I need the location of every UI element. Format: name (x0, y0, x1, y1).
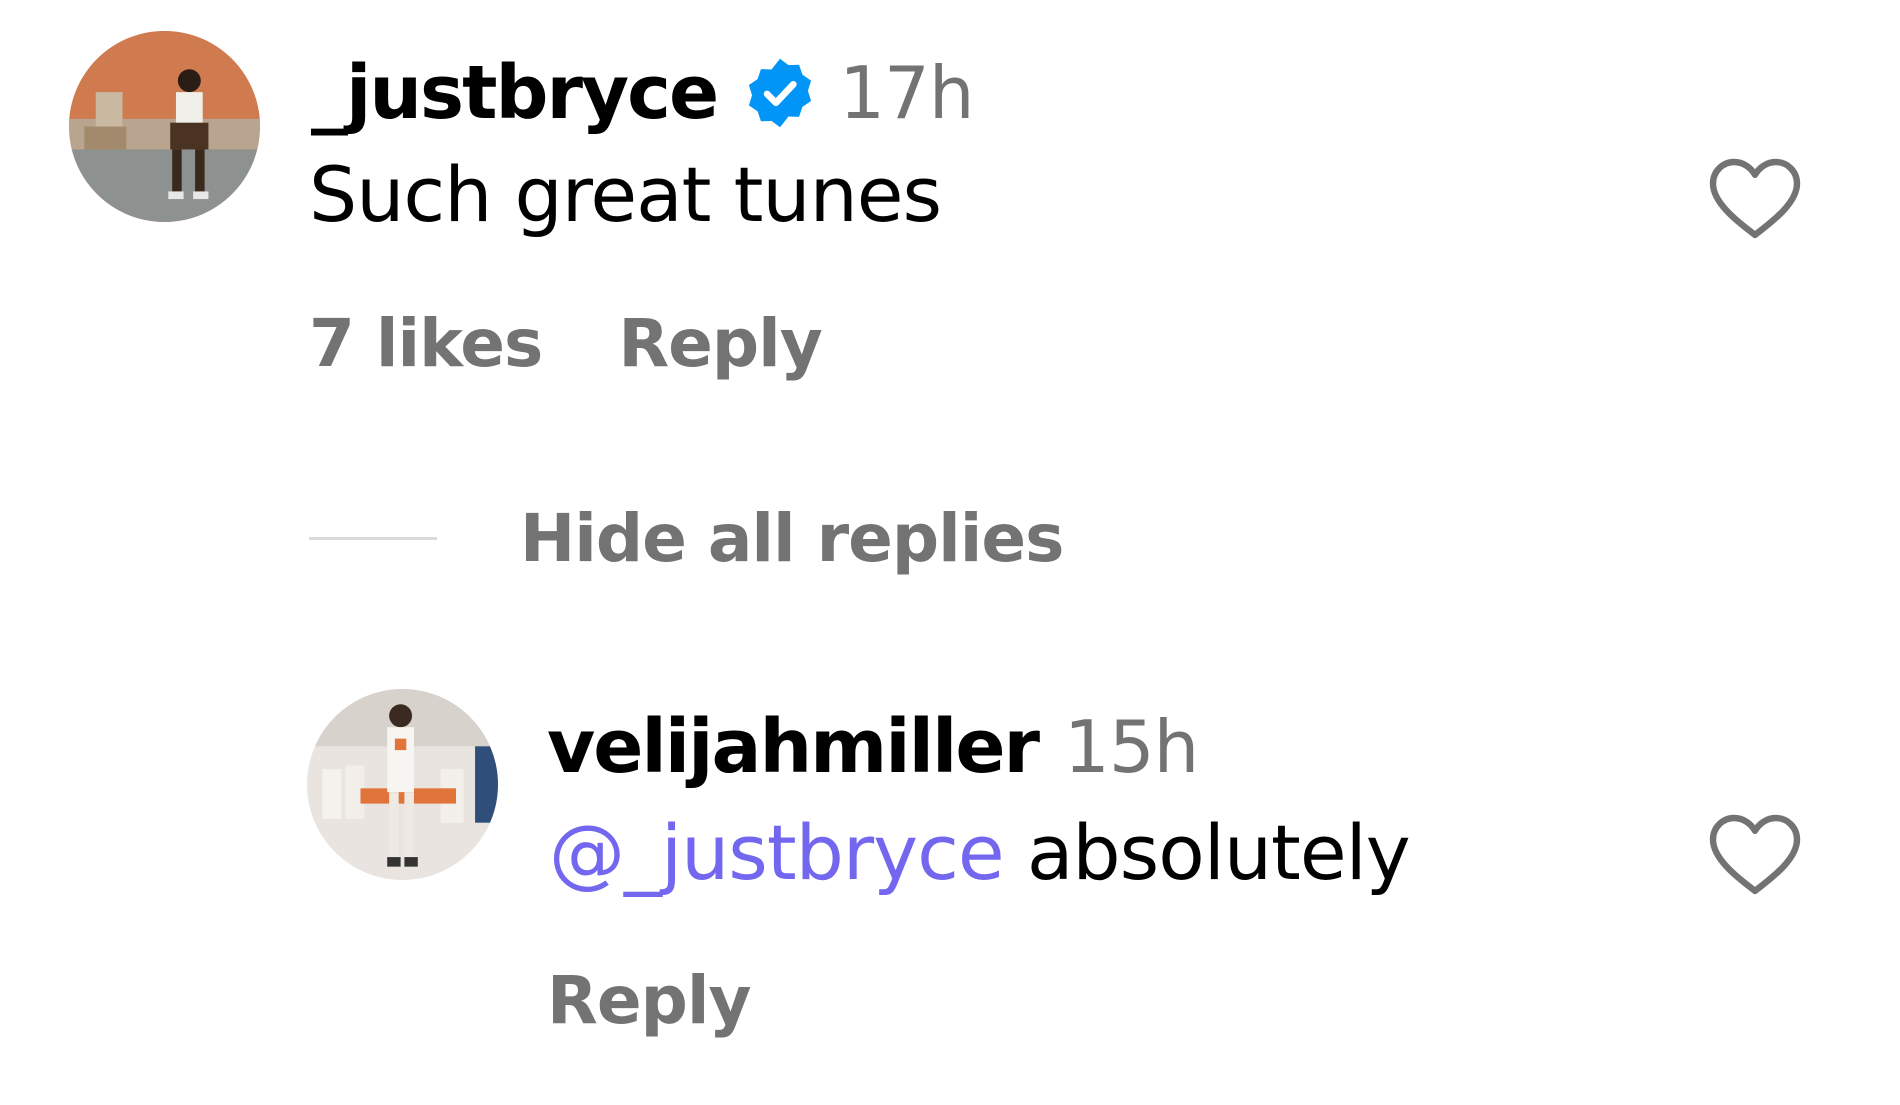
commenter-avatar[interactable] (69, 31, 260, 222)
comment-text: Such great tunes (309, 150, 942, 239)
heart-outline-icon[interactable] (1707, 156, 1803, 240)
profile-photo (69, 31, 260, 222)
reply-actions: Reply (547, 962, 751, 1039)
reply-button[interactable]: Reply (618, 305, 822, 382)
comment-header: _justbryce 17h (311, 45, 974, 141)
comment-actions: 7 likes Reply (309, 305, 823, 382)
replier-avatar[interactable] (307, 689, 498, 880)
reply-body: absolutely (1003, 808, 1411, 897)
reply-button[interactable]: Reply (547, 962, 751, 1039)
replies-divider (309, 537, 437, 540)
reply-username[interactable]: velijahmiller (547, 704, 1040, 790)
hide-replies-label: Hide all replies (520, 500, 1064, 577)
verified-badge-icon (743, 56, 817, 130)
hide-replies-button[interactable]: Hide all replies (309, 500, 1064, 577)
likes-count[interactable]: 7 likes (309, 305, 543, 382)
comment-timestamp[interactable]: 17h (839, 51, 974, 135)
reply-header: velijahmiller 15h (547, 702, 1199, 792)
comment-username[interactable]: _justbryce (311, 50, 719, 136)
heart-outline-icon[interactable] (1707, 812, 1803, 896)
reply-mention-link[interactable]: @_justbryce (549, 808, 1005, 897)
reply-timestamp[interactable]: 15h (1064, 705, 1199, 789)
profile-photo (307, 689, 498, 880)
reply-text: @_justbryce absolutely (549, 808, 1411, 897)
